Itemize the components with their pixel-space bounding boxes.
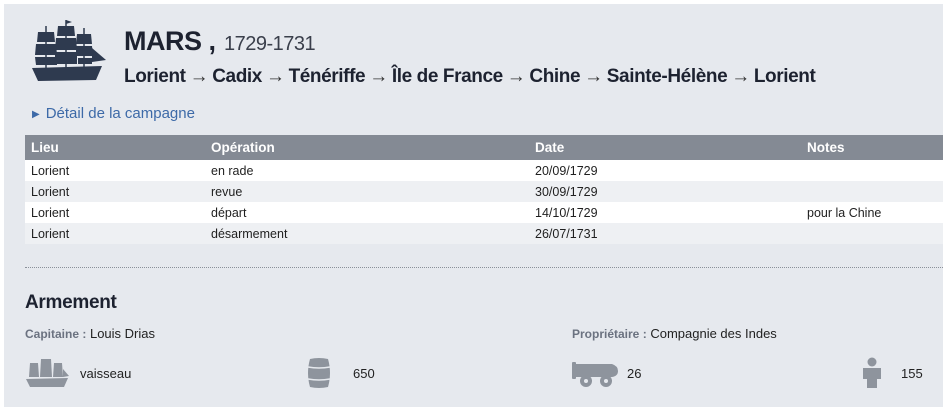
- cell-lieu: Lorient: [25, 181, 205, 202]
- crew-value: 155: [901, 365, 923, 381]
- cell-notes: [801, 160, 943, 181]
- crew-stat: 155: [860, 355, 923, 391]
- ship-years: 1729-1731: [223, 33, 316, 55]
- route-arrow: →: [584, 66, 603, 87]
- cell-operation: départ: [205, 202, 529, 223]
- cell-notes: [801, 223, 943, 244]
- cannons-value: 26: [627, 365, 642, 381]
- cell-date: 26/07/1731: [529, 223, 801, 244]
- cell-date: 14/10/1729: [529, 202, 801, 223]
- table-header-row: Lieu Opération Date Notes: [25, 135, 943, 160]
- table-row: Lorient revue 30/09/1729: [25, 181, 943, 202]
- captain-value: Louis Drias: [89, 326, 155, 341]
- sailor-icon: [863, 357, 881, 388]
- armement-title: Armement: [25, 292, 117, 313]
- table-row: Lorient départ 14/10/1729 pour la Chine: [25, 202, 943, 223]
- column-header-lieu[interactable]: Lieu: [25, 135, 205, 160]
- route-arrow: →: [189, 66, 209, 87]
- table-row: Lorient désarmement 26/07/1731: [25, 223, 943, 244]
- route-arrow: →: [506, 66, 526, 87]
- cell-lieu: Lorient: [25, 202, 205, 223]
- cannons-stat: 26: [572, 355, 641, 391]
- cell-operation: revue: [205, 181, 529, 202]
- ship-type-value: vaisseau: [80, 365, 132, 381]
- cell-operation: désarmement: [205, 223, 529, 244]
- barrel-icon: [307, 358, 331, 388]
- cannon-icon: [572, 362, 618, 387]
- tonnage-stat: 650: [306, 355, 375, 391]
- tonnage-value: 650: [353, 365, 375, 381]
- ship-type-stat: vaisseau: [24, 355, 131, 391]
- route-arrow: →: [369, 66, 388, 87]
- ship-title: MARS , 1729-1731: [124, 26, 316, 57]
- detail-campaign-label: Détail de la campagne: [45, 105, 195, 122]
- cell-lieu: Lorient: [25, 223, 205, 244]
- cell-operation: en rade: [205, 160, 529, 181]
- cell-lieu: Lorient: [25, 160, 205, 181]
- table-row: Lorient en rade 20/09/1729: [25, 160, 943, 181]
- route-stop: Ténériffe: [288, 66, 366, 87]
- column-header-operation[interactable]: Opération: [205, 135, 529, 160]
- column-header-date[interactable]: Date: [529, 135, 801, 160]
- owner-value: Compagnie des Indes: [650, 326, 777, 341]
- detail-campaign-toggle[interactable]: ▶ Détail de la campagne: [32, 105, 195, 122]
- ship-logo-icon: [32, 20, 106, 81]
- owner-label: Propriétaire :: [572, 327, 647, 341]
- triangle-right-icon: ▶: [32, 109, 40, 120]
- captain-field: Capitaine : Louis Drias: [25, 326, 155, 341]
- captain-label: Capitaine :: [25, 327, 87, 341]
- cell-date: 30/09/1729: [529, 181, 801, 202]
- ship-icon: [26, 359, 69, 387]
- route-arrow: →: [265, 66, 285, 87]
- route-stop: Île de France: [391, 66, 503, 87]
- section-divider: [25, 267, 943, 268]
- column-header-notes[interactable]: Notes: [801, 135, 943, 160]
- route: Lorient → Cadix → Ténériffe → Île de France → Ch…: [124, 66, 816, 88]
- route-stop: Chine: [529, 66, 581, 87]
- route-arrow: →: [731, 66, 750, 87]
- route-stop: Lorient: [124, 66, 186, 87]
- owner-field: Propriétaire : Compagnie des Indes: [572, 326, 777, 341]
- cell-notes: [801, 181, 943, 202]
- cell-date: 20/09/1729: [529, 160, 801, 181]
- route-stop: Cadix: [212, 66, 262, 87]
- route-stop: Sainte-Hélène: [606, 66, 728, 87]
- operations-table: Lieu Opération Date Notes Lorient en rad…: [25, 135, 943, 244]
- cell-notes: pour la Chine: [801, 202, 943, 223]
- route-stop: Lorient: [753, 66, 816, 87]
- ship-name: MARS ,: [124, 26, 216, 56]
